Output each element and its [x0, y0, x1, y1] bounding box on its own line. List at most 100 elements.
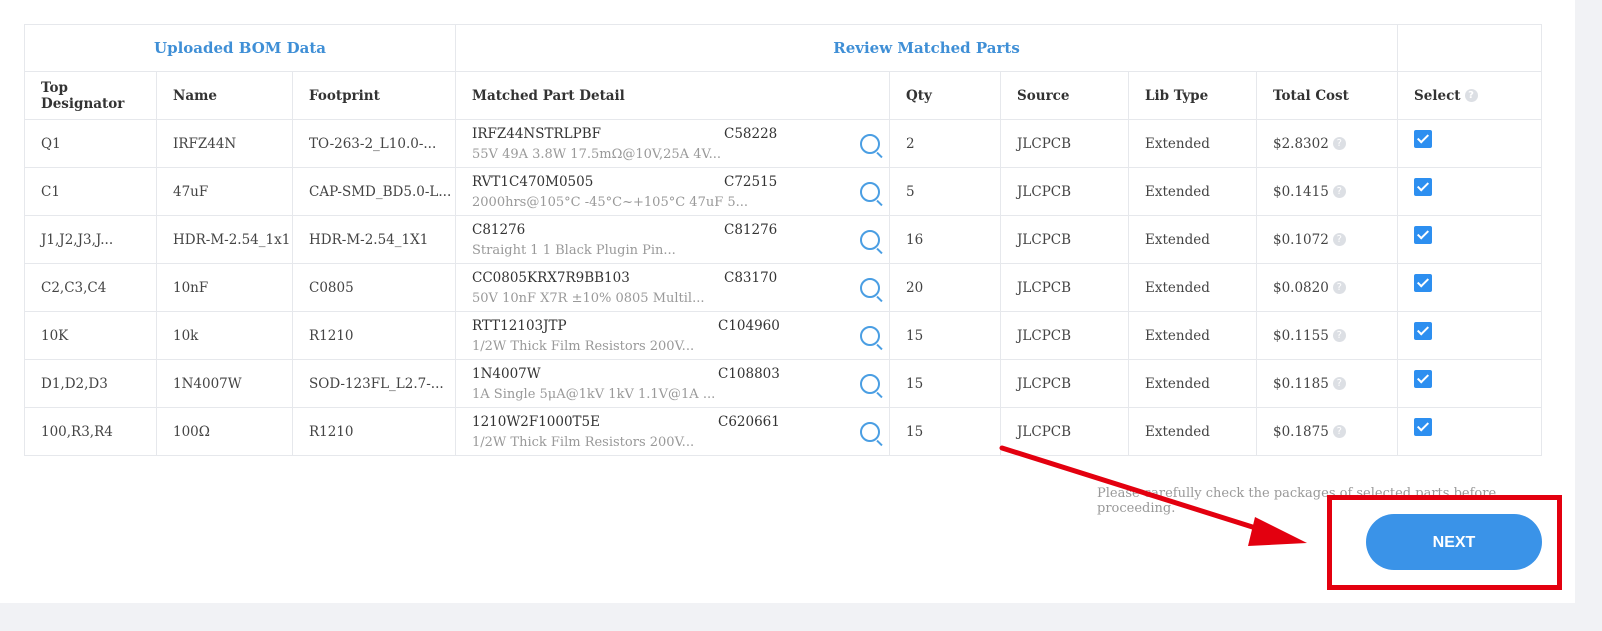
col-qty: Qty — [889, 71, 1001, 120]
part-description: Straight 1 1 Black Plugin Pin... — [472, 242, 676, 258]
cell-select — [1397, 359, 1543, 408]
cell-select — [1397, 263, 1543, 312]
part-code: C72515 — [724, 173, 778, 190]
part-description: 1A Single 5μA@1kV 1kV 1.1V@1A ... — [472, 386, 716, 402]
part-code: C620661 — [718, 413, 780, 430]
cell-source: JLCPCB — [1000, 119, 1129, 168]
part-code: C108803 — [718, 365, 780, 382]
cell-source: JLCPCB — [1000, 359, 1129, 408]
col-select: Select? — [1397, 71, 1543, 120]
cell-qty: 15 — [889, 311, 1001, 360]
cell-lib-type: Extended — [1128, 119, 1257, 168]
cell-qty: 20 — [889, 263, 1001, 312]
help-icon[interactable]: ? — [1332, 232, 1346, 246]
col-select-label: Select — [1414, 87, 1461, 104]
search-icon[interactable] — [860, 229, 880, 250]
cell-lib-type: Extended — [1128, 311, 1257, 360]
cell-footprint: R1210 — [292, 407, 456, 456]
cell-part-detail: CC0805KRX7R9BB103 C83170 50V 10nF X7R ±10%… — [455, 263, 890, 312]
cell-total-cost: $0.1155? — [1255, 311, 1399, 360]
search-icon[interactable] — [860, 325, 880, 346]
cell-part-detail: RTT12103JTP C104960 1/2W Thick Film Resist… — [455, 311, 890, 360]
cell-lib-type: Extended — [1128, 359, 1257, 408]
select-checkbox[interactable] — [1414, 417, 1433, 436]
cell-part-detail: RVT1C470M0505 C72515 2000hrs@105°C -45°C~+… — [455, 167, 890, 216]
help-icon[interactable]: ? — [1332, 376, 1346, 390]
cell-total-cost: $0.1185? — [1255, 359, 1399, 408]
part-description: 55V 49A 3.8W 17.5mΩ@10V,25A 4V... — [472, 146, 721, 162]
part-description: 50V 10nF X7R ±10% 0805 Multil... — [472, 290, 705, 306]
search-icon[interactable] — [860, 277, 880, 298]
select-checkbox[interactable] — [1414, 177, 1433, 196]
cell-total-cost: $0.1072? — [1255, 215, 1399, 264]
part-description: 1/2W Thick Film Resistors 200V... — [472, 338, 695, 354]
cell-designator: C1 — [24, 167, 157, 216]
part-code: C104960 — [718, 317, 780, 334]
cell-part-detail: 1210W2F1000T5E C620661 1/2W Thick Film Res… — [455, 407, 890, 456]
help-icon[interactable]: ? — [1332, 280, 1346, 294]
table-row: D1,D2,D3 1N4007W SOD-123FL_L2.7-... 1N4007W… — [24, 359, 1543, 408]
cell-footprint: HDR-M-2.54_1X1 — [292, 215, 456, 264]
cost-value: $0.1185 — [1273, 375, 1329, 392]
cell-total-cost: $0.0820? — [1255, 263, 1399, 312]
cost-value: $0.1072 — [1273, 231, 1329, 248]
cell-lib-type: Extended — [1128, 407, 1257, 456]
cell-qty: 15 — [889, 407, 1001, 456]
table-row: J1,J2,J3,J... HDR-M-2.54_1x1 HDR-M-2.54_1X… — [24, 215, 1543, 264]
cell-part-detail: C81276 C81276 Straight 1 1 Black Plugin Pi… — [455, 215, 890, 264]
bom-table: Uploaded BOM Data Review Matched Parts T… — [24, 24, 1543, 456]
table-row: 100,R3,R4 100Ω R1210 1210W2F1000T5E C620661 1… — [24, 407, 1543, 456]
cell-footprint: C0805 — [292, 263, 456, 312]
select-checkbox[interactable] — [1414, 273, 1433, 292]
cell-select — [1397, 167, 1543, 216]
cost-value: $2.8302 — [1273, 135, 1329, 152]
search-icon[interactable] — [860, 181, 880, 202]
cell-qty: 15 — [889, 359, 1001, 408]
cell-qty: 2 — [889, 119, 1001, 168]
cell-name: 100Ω — [156, 407, 293, 456]
part-number: IRFZ44NSTRLPBF — [472, 125, 601, 142]
cell-name: 10nF — [156, 263, 293, 312]
part-description: 2000hrs@105°C -45°C~+105°C 47uF 5... — [472, 194, 749, 210]
table-row: Q1 IRFZ44N TO-263-2_L10.0-... IRFZ44NSTRLPB… — [24, 119, 1543, 168]
cell-qty: 16 — [889, 215, 1001, 264]
cost-value: $0.1155 — [1273, 327, 1329, 344]
part-code: C58228 — [724, 125, 778, 142]
cell-designator: 100,R3,R4 — [24, 407, 157, 456]
cell-designator: D1,D2,D3 — [24, 359, 157, 408]
part-description: 1/2W Thick Film Resistors 200V... — [472, 434, 695, 450]
cell-lib-type: Extended — [1128, 167, 1257, 216]
search-icon[interactable] — [860, 373, 880, 394]
help-icon[interactable]: ? — [1332, 136, 1346, 150]
col-footprint: Footprint — [292, 71, 456, 120]
select-checkbox[interactable] — [1414, 225, 1433, 244]
part-number: RTT12103JTP — [472, 317, 567, 334]
col-detail: Matched Part Detail — [455, 71, 890, 120]
cell-source: JLCPCB — [1000, 407, 1129, 456]
help-icon[interactable]: ? — [1464, 88, 1478, 102]
help-icon[interactable]: ? — [1332, 424, 1346, 438]
table-row: C1 47uF CAP-SMD_BD5.0-L... RVT1C470M0505 C72… — [24, 167, 1543, 216]
part-number: CC0805KRX7R9BB103 — [472, 269, 630, 286]
cell-footprint: R1210 — [292, 311, 456, 360]
select-checkbox[interactable] — [1414, 369, 1433, 388]
part-number: 1210W2F1000T5E — [472, 413, 600, 430]
part-number: 1N4007W — [472, 365, 541, 382]
part-number: C81276 — [472, 221, 526, 238]
group-uploaded-bom: Uploaded BOM Data — [24, 24, 456, 72]
cell-designator: C2,C3,C4 — [24, 263, 157, 312]
cost-value: $0.1875 — [1273, 423, 1329, 440]
table-row: 10K 10k R1210 RTT12103JTP C104960 1/2W Thick … — [24, 311, 1543, 360]
cell-source: JLCPCB — [1000, 311, 1129, 360]
help-icon[interactable]: ? — [1332, 328, 1346, 342]
select-checkbox[interactable] — [1414, 129, 1433, 148]
cell-name: 47uF — [156, 167, 293, 216]
annotation-highlight-box — [1327, 495, 1562, 590]
cell-select — [1397, 311, 1543, 360]
cell-lib-type: Extended — [1128, 215, 1257, 264]
search-icon[interactable] — [860, 421, 880, 442]
select-checkbox[interactable] — [1414, 321, 1433, 340]
help-icon[interactable]: ? — [1332, 184, 1346, 198]
col-designator: Top Designator — [24, 71, 157, 120]
search-icon[interactable] — [860, 133, 880, 154]
